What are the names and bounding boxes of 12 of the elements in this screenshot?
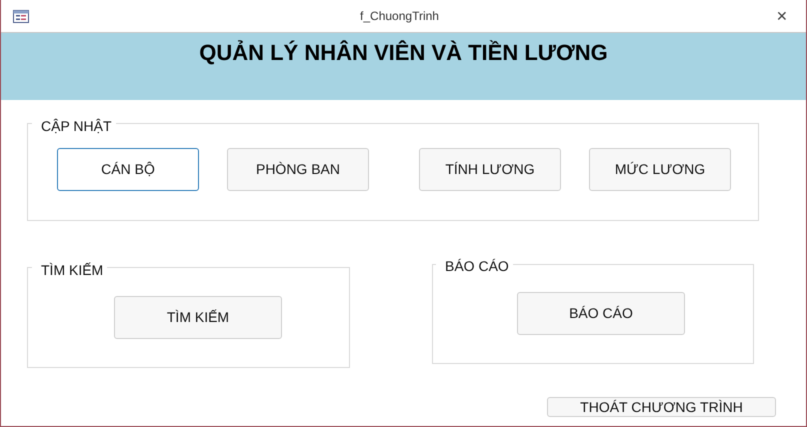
group-label: CẬP NHẬT <box>32 117 116 135</box>
menu-button[interactable]: PHÒNG BAN <box>227 148 369 191</box>
window-title: f_ChuongTrinh <box>359 8 440 25</box>
menu-button[interactable]: BÁO CÁO <box>517 292 685 335</box>
menu-button[interactable]: MỨC LƯƠNG <box>589 148 731 191</box>
menu-button[interactable]: TÌM KIẾM <box>114 296 282 339</box>
form-icon <box>13 10 29 22</box>
exit-button[interactable]: THOÁT CHƯƠNG TRÌNH <box>547 397 776 417</box>
menu-button[interactable]: TÍNH LƯƠNG <box>419 148 561 191</box>
menu-button[interactable]: CÁN BỘ <box>57 148 199 191</box>
close-button[interactable]: ✕ <box>770 9 794 23</box>
form-title: QUẢN LÝ NHÂN VIÊN VÀ TIỀN LƯƠNG <box>199 40 608 67</box>
